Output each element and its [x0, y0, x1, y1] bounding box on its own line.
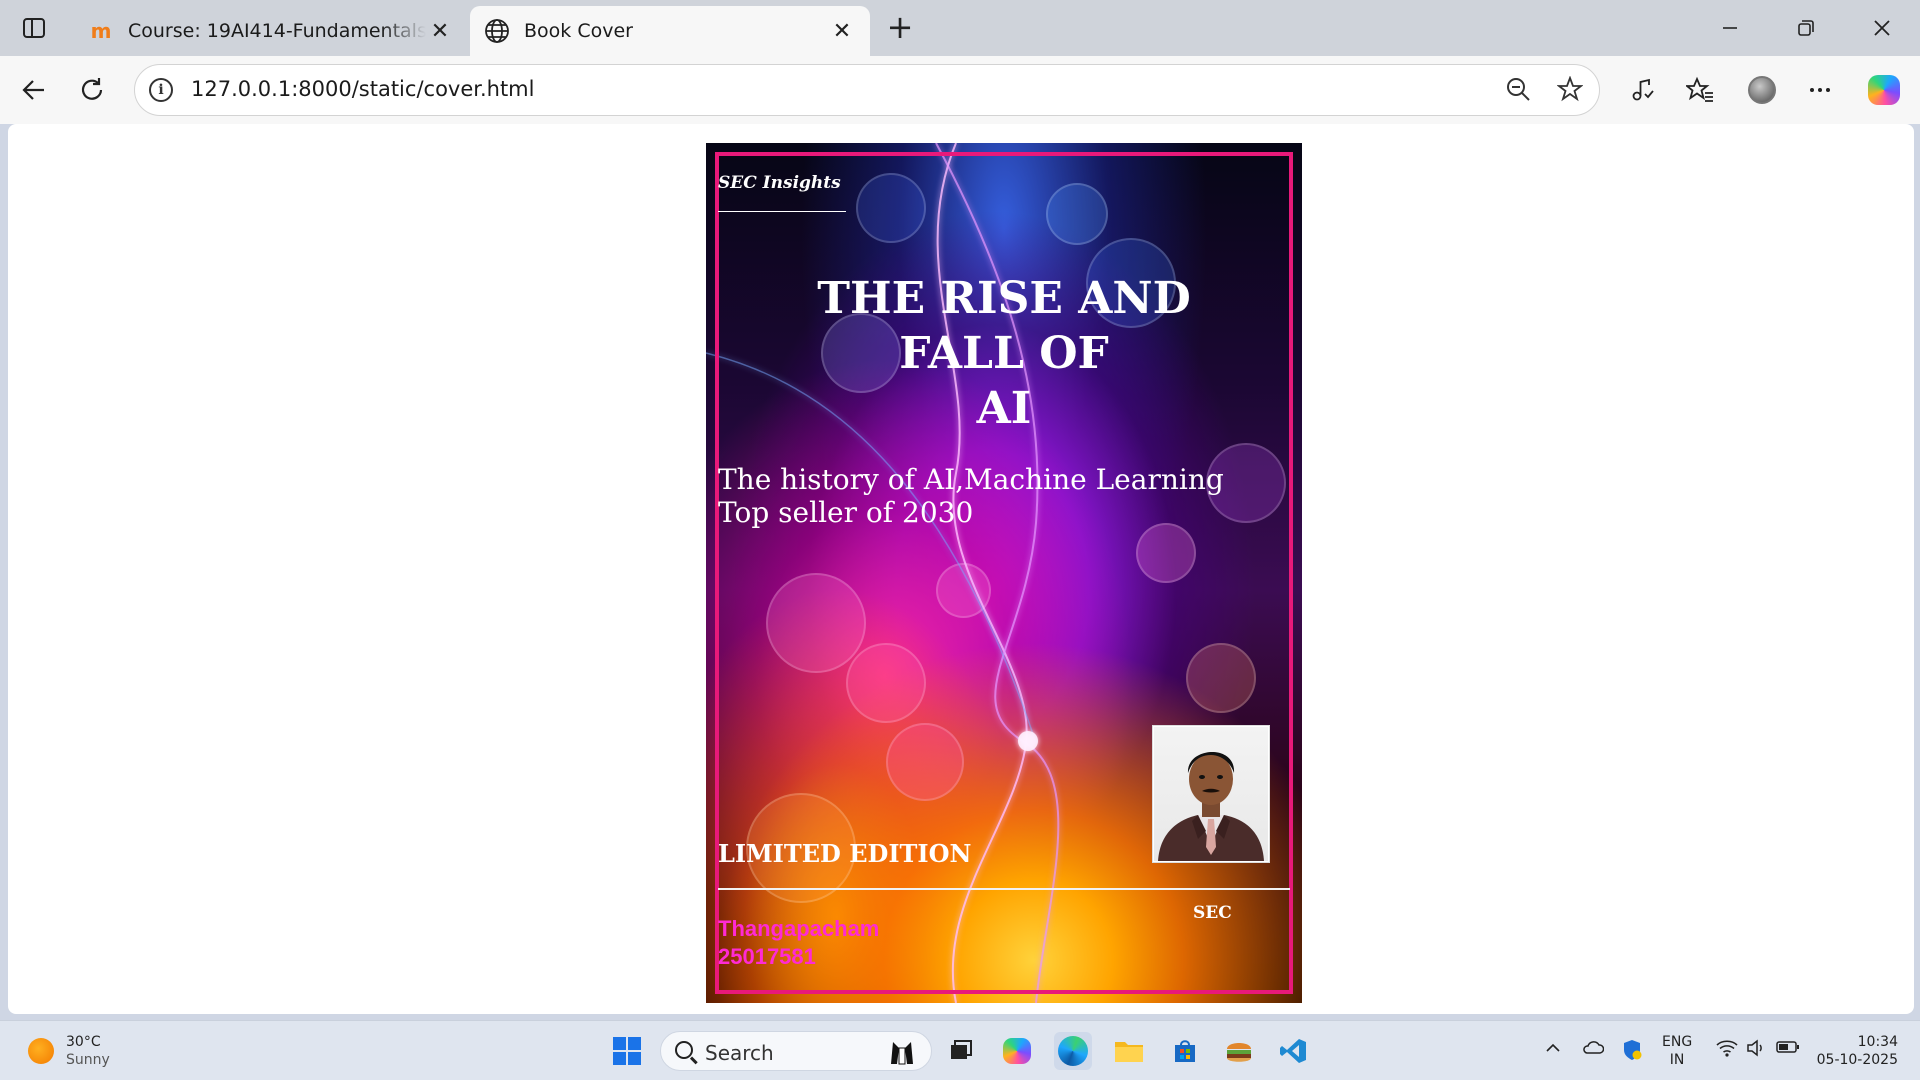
author-block: Thangapacham 25017581	[718, 915, 879, 971]
site-info-icon[interactable]: i	[149, 78, 173, 102]
store-icon[interactable]	[1166, 1032, 1204, 1070]
language-indicator[interactable]: ENG IN	[1662, 1033, 1692, 1069]
onedrive-icon[interactable]	[1582, 1039, 1605, 1059]
author-name: Thangapacham	[718, 916, 880, 941]
copilot-icon[interactable]	[1864, 70, 1904, 110]
title-line: THE RISE AND	[817, 273, 1191, 324]
system-clock[interactable]: 10:34 05-10-2025	[1812, 1033, 1898, 1069]
back-button[interactable]	[14, 70, 54, 110]
imprint-label: SEC	[1193, 903, 1232, 923]
refresh-button[interactable]	[72, 70, 112, 110]
clock-date: 05-10-2025	[1816, 1052, 1898, 1068]
clock-time: 10:34	[1857, 1034, 1898, 1050]
zoom-out-icon[interactable]	[1503, 76, 1533, 106]
windows-logo-icon	[613, 1037, 641, 1065]
weather-condition: Sunny	[66, 1052, 110, 1068]
edge-taskbar-icon[interactable]	[1054, 1032, 1092, 1070]
tab-title: Book Cover	[524, 20, 633, 42]
read-aloud-icon[interactable]	[1622, 70, 1662, 110]
volume-icon[interactable]	[1746, 1039, 1766, 1061]
game-app-icon[interactable]	[1220, 1032, 1258, 1070]
publisher-name: SEC Insights	[718, 173, 841, 193]
tab-actions-icon	[23, 18, 45, 38]
book-subtitle: The history of AI,Machine Learning Top s…	[718, 463, 1224, 529]
weather-widget[interactable]: 30°C Sunny	[28, 1033, 110, 1069]
wifi-icon[interactable]	[1716, 1039, 1738, 1061]
weather-temp: 30°C	[66, 1034, 101, 1050]
security-shield-icon[interactable]	[1622, 1039, 1642, 1065]
author-id: 25017581	[718, 944, 816, 969]
moodle-icon: m	[90, 19, 112, 43]
page-viewport: SEC Insights THE RISE AND FALL OF AI The…	[8, 124, 1914, 1014]
title-bar: m Course: 19AI414-Fundamentals of Artifi…	[0, 0, 1920, 56]
title-line: AI	[976, 383, 1032, 434]
restore-button[interactable]	[1776, 8, 1836, 48]
taskbar-search[interactable]: Search	[660, 1031, 932, 1071]
tab-title: Course: 19AI414-Fundamentals of Artifici…	[128, 20, 426, 42]
battery-icon[interactable]	[1776, 1039, 1800, 1059]
url-text[interactable]: 127.0.0.1:8000/static/cover.html	[191, 77, 534, 101]
language-code: ENG	[1662, 1034, 1693, 1050]
close-tab-icon[interactable]: ✕	[828, 17, 856, 45]
title-line: FALL OF	[899, 328, 1109, 379]
subtitle-line: The history of AI,Machine Learning	[718, 463, 1224, 496]
search-icon	[675, 1041, 693, 1059]
address-bar[interactable]: i 127.0.0.1:8000/static/cover.html	[134, 64, 1600, 116]
favorite-star-icon[interactable]	[1555, 75, 1585, 106]
book-cover: SEC Insights THE RISE AND FALL OF AI The…	[706, 143, 1302, 1003]
edition-label: LIMITED EDITION	[718, 839, 972, 868]
more-options-icon[interactable]	[1800, 70, 1840, 110]
minimize-button[interactable]	[1700, 8, 1760, 48]
book-title: THE RISE AND FALL OF AI	[718, 271, 1290, 436]
search-highlight-icon	[887, 1038, 917, 1066]
favorites-icon[interactable]	[1680, 70, 1720, 110]
subtitle-line: Top seller of 2030	[718, 496, 974, 529]
task-view-icon[interactable]	[942, 1032, 980, 1070]
globe-icon	[484, 19, 510, 43]
sun-icon	[28, 1038, 54, 1064]
browser-toolbar: i 127.0.0.1:8000/static/cover.html	[0, 56, 1920, 124]
vscode-icon[interactable]	[1274, 1032, 1312, 1070]
tab-book-cover[interactable]: Book Cover ✕	[470, 6, 870, 56]
publisher-divider	[718, 211, 846, 212]
start-button[interactable]	[608, 1032, 646, 1070]
new-tab-button[interactable]: +	[880, 10, 920, 46]
file-explorer-icon[interactable]	[1110, 1032, 1148, 1070]
tab-actions-button[interactable]	[14, 12, 54, 44]
copilot-taskbar-icon[interactable]	[998, 1032, 1036, 1070]
region-code: IN	[1669, 1052, 1685, 1068]
search-label: Search	[705, 1041, 774, 1065]
taskbar: 30°C Sunny Search ENG IN 10:34 05-10-202…	[0, 1020, 1920, 1080]
show-hidden-icons[interactable]	[1544, 1039, 1562, 1061]
bottom-divider	[718, 888, 1290, 890]
close-window-button[interactable]	[1852, 8, 1912, 48]
profile-avatar-icon[interactable]	[1742, 70, 1782, 110]
close-tab-icon[interactable]: ✕	[426, 17, 454, 45]
author-portrait	[1158, 751, 1264, 861]
author-photo	[1152, 725, 1270, 863]
tab-course[interactable]: m Course: 19AI414-Fundamentals of Artifi…	[74, 6, 468, 56]
